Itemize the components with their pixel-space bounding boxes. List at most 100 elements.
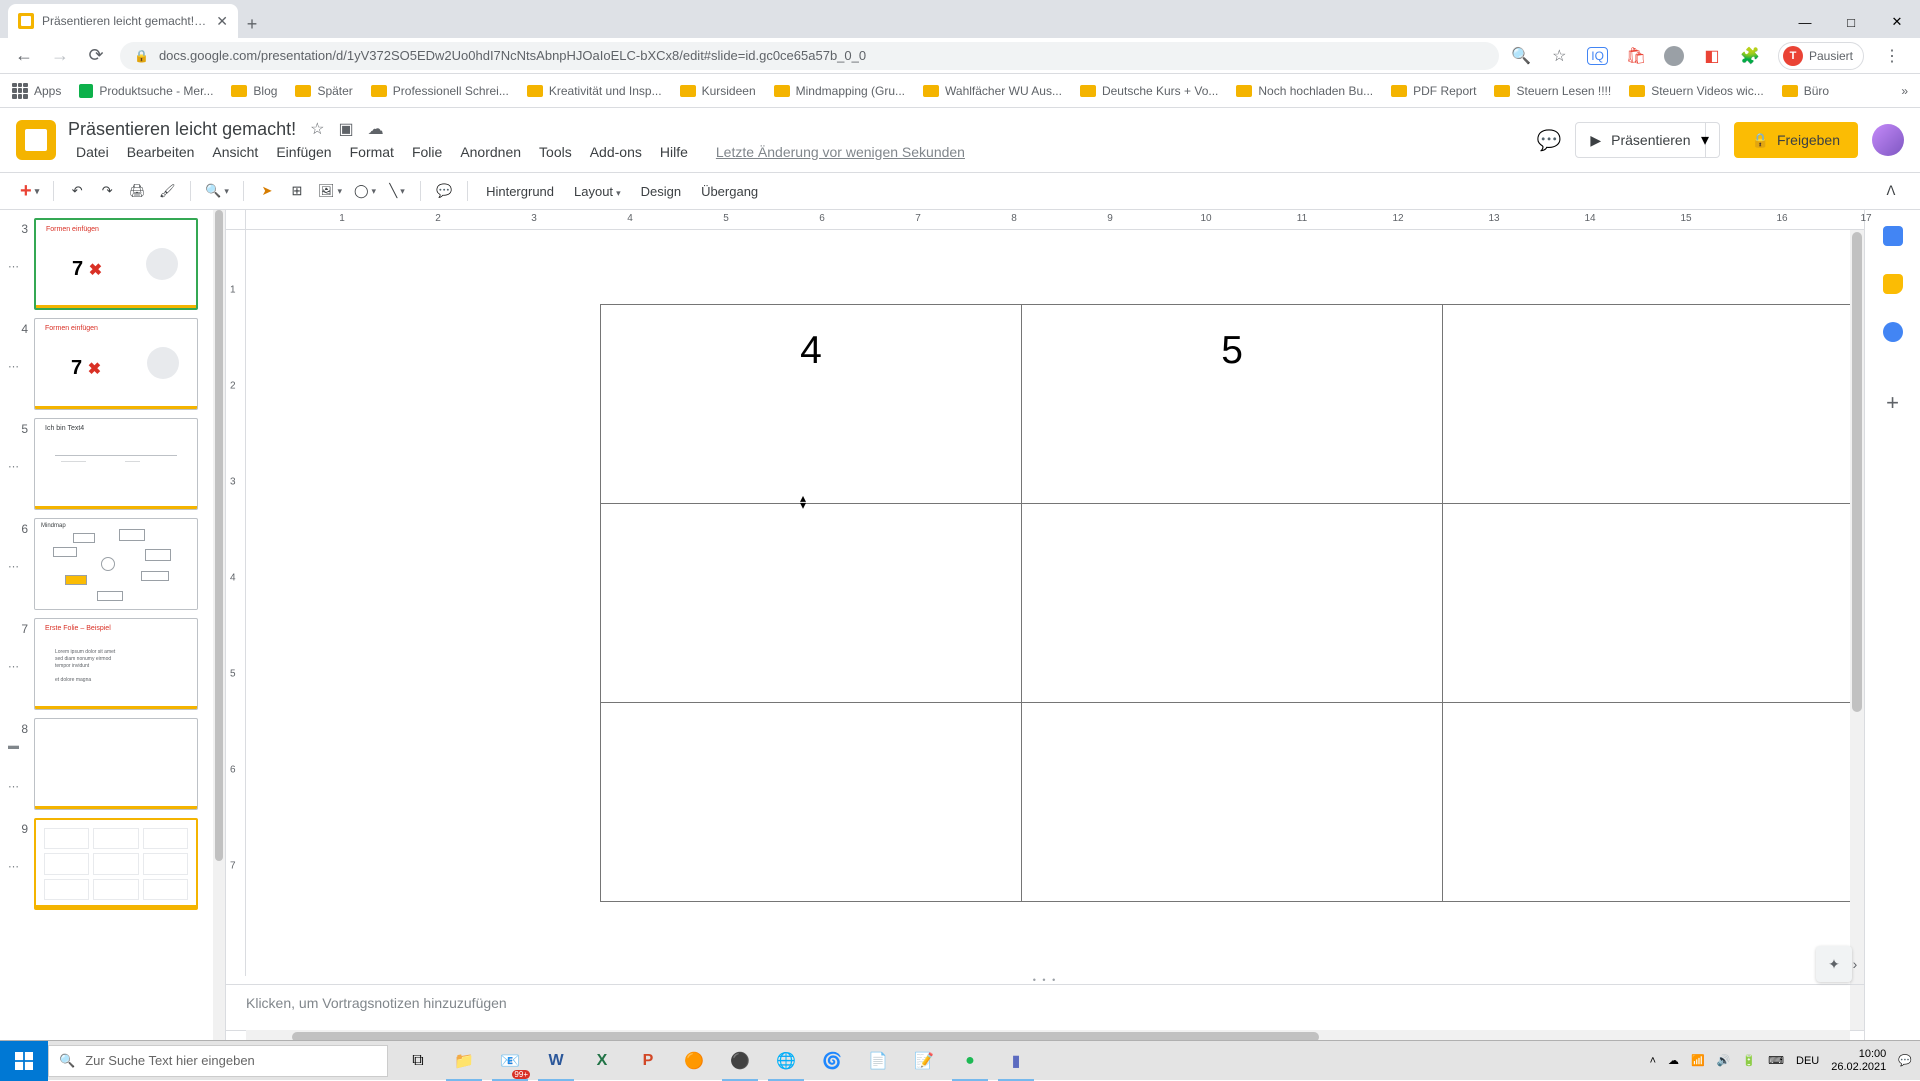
share-button[interactable]: 🔒 Freigeben (1734, 122, 1858, 158)
table-cell[interactable] (1022, 703, 1443, 902)
menu-ansicht[interactable]: Ansicht (204, 142, 266, 162)
bookmark-kursideen[interactable]: Kursideen (680, 84, 756, 98)
volume-icon[interactable]: 🔊 (1717, 1054, 1731, 1067)
slide-thumb-9[interactable]: ⋯ 9 (4, 816, 225, 916)
menu-bearbeiten[interactable]: Bearbeiten (119, 142, 203, 162)
select-tool[interactable]: ➤ (254, 178, 280, 204)
image-tool[interactable]: 🖼 (314, 178, 346, 204)
taskbar-search[interactable]: 🔍 Zur Suche Text hier eingeben (48, 1045, 388, 1077)
paint-format-button[interactable]: 🖌 (154, 178, 180, 204)
design-button[interactable]: Design (633, 184, 689, 199)
new-tab-button[interactable]: + (238, 10, 266, 38)
bookmark-wahlfaecher[interactable]: Wahlfächer WU Aus... (923, 84, 1062, 98)
notepad-icon[interactable]: 📝 (902, 1041, 946, 1081)
star-icon[interactable]: ☆ (1549, 46, 1569, 66)
menu-anordnen[interactable]: Anordnen (452, 142, 529, 162)
maximize-button[interactable]: □ (1828, 6, 1874, 38)
bookmark-steuern-videos[interactable]: Steuern Videos wic... (1629, 84, 1764, 98)
table-cell[interactable]: 5 (1022, 305, 1443, 504)
bookmark-overflow-icon[interactable]: » (1901, 84, 1908, 98)
tasks-addon-icon[interactable] (1883, 322, 1903, 342)
table-cell[interactable] (601, 703, 1022, 902)
comment-tool[interactable]: 💬 (431, 178, 457, 204)
mail-app-icon[interactable]: 📧99+ (488, 1041, 532, 1081)
menu-datei[interactable]: Datei (68, 142, 117, 162)
task-view-icon[interactable]: ⧉ (396, 1041, 440, 1081)
present-dropdown[interactable]: ▾ (1692, 122, 1720, 158)
language-indicator[interactable]: DEU (1796, 1055, 1819, 1067)
comment-indicator-icon[interactable]: ⋯ (8, 860, 22, 872)
redo-button[interactable]: ↷ (94, 178, 120, 204)
slide-table[interactable]: 4 5 (600, 304, 1864, 902)
clock[interactable]: 10:00 26.02.2021 (1831, 1048, 1886, 1074)
print-button[interactable]: 🖨 (124, 178, 150, 204)
menu-folie[interactable]: Folie (404, 142, 450, 162)
forward-button[interactable]: → (48, 44, 72, 68)
bookmark-hochladen[interactable]: Noch hochladen Bu... (1236, 84, 1373, 98)
table-cell[interactable] (1443, 504, 1864, 703)
next-slide-icon[interactable]: › (1846, 946, 1864, 982)
canvas-vertical-scrollbar[interactable] (1850, 230, 1864, 1030)
account-avatar[interactable] (1872, 124, 1904, 156)
bookmark-spaeter[interactable]: Später (295, 84, 352, 98)
star-doc-icon[interactable]: ☆ (310, 119, 324, 139)
slide-thumb-8[interactable]: ▬ ⋯ 8 (4, 716, 225, 816)
calendar-addon-icon[interactable] (1883, 226, 1903, 246)
keyboard-icon[interactable]: ⌨ (1768, 1054, 1784, 1067)
bookmark-professionell[interactable]: Professionell Schrei... (371, 84, 509, 98)
menu-einfuegen[interactable]: Einfügen (268, 142, 339, 162)
obs-icon[interactable]: ⚫ (718, 1041, 762, 1081)
comment-indicator-icon[interactable]: ⋯ (8, 660, 22, 672)
present-button[interactable]: ▶ Präsentieren (1575, 122, 1705, 158)
menu-hilfe[interactable]: Hilfe (652, 142, 696, 162)
transition-button[interactable]: Übergang (693, 184, 766, 199)
last-edit-text[interactable]: Letzte Änderung vor wenigen Sekunden (708, 142, 973, 162)
close-tab-icon[interactable]: ✕ (216, 13, 228, 30)
background-button[interactable]: Hintergrund (478, 184, 562, 199)
slide-panel[interactable]: ⋯ 3 Formen einfügen 7 ✖ ⋯ 4 Formen einfü… (0, 210, 226, 1066)
browser-tab[interactable]: Präsentieren leicht gemacht! - G ✕ (8, 4, 238, 38)
notes-splitter[interactable]: • • • (226, 976, 1864, 984)
iq-extension-icon[interactable]: IQ (1587, 47, 1608, 65)
slides-logo-icon[interactable] (16, 120, 56, 160)
slide-thumb-4[interactable]: ⋯ 4 Formen einfügen 7 ✖ (4, 316, 225, 416)
notifications-icon[interactable]: 💬 (1898, 1054, 1912, 1067)
back-button[interactable]: ← (12, 44, 36, 68)
layout-button[interactable]: Layout (566, 184, 629, 199)
shape-tool[interactable]: ◯ (350, 178, 380, 204)
textbox-tool[interactable]: ⊞ (284, 178, 310, 204)
horizontal-ruler[interactable]: 1234567891011121314151617 (246, 210, 1864, 230)
comment-indicator-icon[interactable]: ⋯ (8, 780, 22, 792)
reader-icon[interactable]: 📄 (856, 1041, 900, 1081)
onedrive-icon[interactable]: ☁ (1668, 1054, 1679, 1067)
close-window-button[interactable]: ✕ (1874, 6, 1920, 38)
slide-thumb-7[interactable]: ⋯ 7 Erste Folie – Beispiel Lorem ipsum d… (4, 616, 225, 716)
word-icon[interactable]: W (534, 1041, 578, 1081)
wifi-icon[interactable]: 📶 (1691, 1054, 1705, 1067)
table-cell[interactable] (1022, 504, 1443, 703)
menu-tools[interactable]: Tools (531, 142, 580, 162)
file-explorer-icon[interactable]: 📁 (442, 1041, 486, 1081)
slide-panel-scrollbar[interactable] (213, 210, 225, 1066)
menu-format[interactable]: Format (342, 142, 402, 162)
extension-circle-icon[interactable] (1664, 46, 1684, 66)
app-blue-icon[interactable]: ▮ (994, 1041, 1038, 1081)
spotify-icon[interactable]: ● (948, 1041, 992, 1081)
cloud-status-icon[interactable]: ☁ (368, 119, 384, 139)
menu-addons[interactable]: Add-ons (582, 142, 650, 162)
extensions-icon[interactable]: 🧩 (1740, 46, 1760, 66)
start-button[interactable] (0, 1041, 48, 1081)
table-cell[interactable] (1443, 305, 1864, 504)
slide-canvas[interactable]: 4 5 ▴▾ (246, 230, 1864, 976)
move-doc-icon[interactable]: ▣ (338, 119, 353, 139)
slide-thumb-6[interactable]: ⋯ 6 Mindmap (4, 516, 225, 616)
zoom-icon[interactable]: 🔍 (1511, 46, 1531, 66)
battery-icon[interactable]: 🔋 (1742, 1054, 1756, 1067)
bookmark-mindmapping[interactable]: Mindmapping (Gru... (774, 84, 905, 98)
omnibox[interactable]: 🔒 docs.google.com/presentation/d/1yV372S… (120, 42, 1499, 70)
extension-red-icon[interactable]: ◧ (1702, 46, 1722, 66)
app-icon[interactable]: 🟠 (672, 1041, 716, 1081)
bookmark-buero[interactable]: Büro (1782, 84, 1829, 98)
extension-cart-icon[interactable]: 🛍 (1626, 46, 1646, 66)
keep-addon-icon[interactable] (1883, 274, 1903, 294)
